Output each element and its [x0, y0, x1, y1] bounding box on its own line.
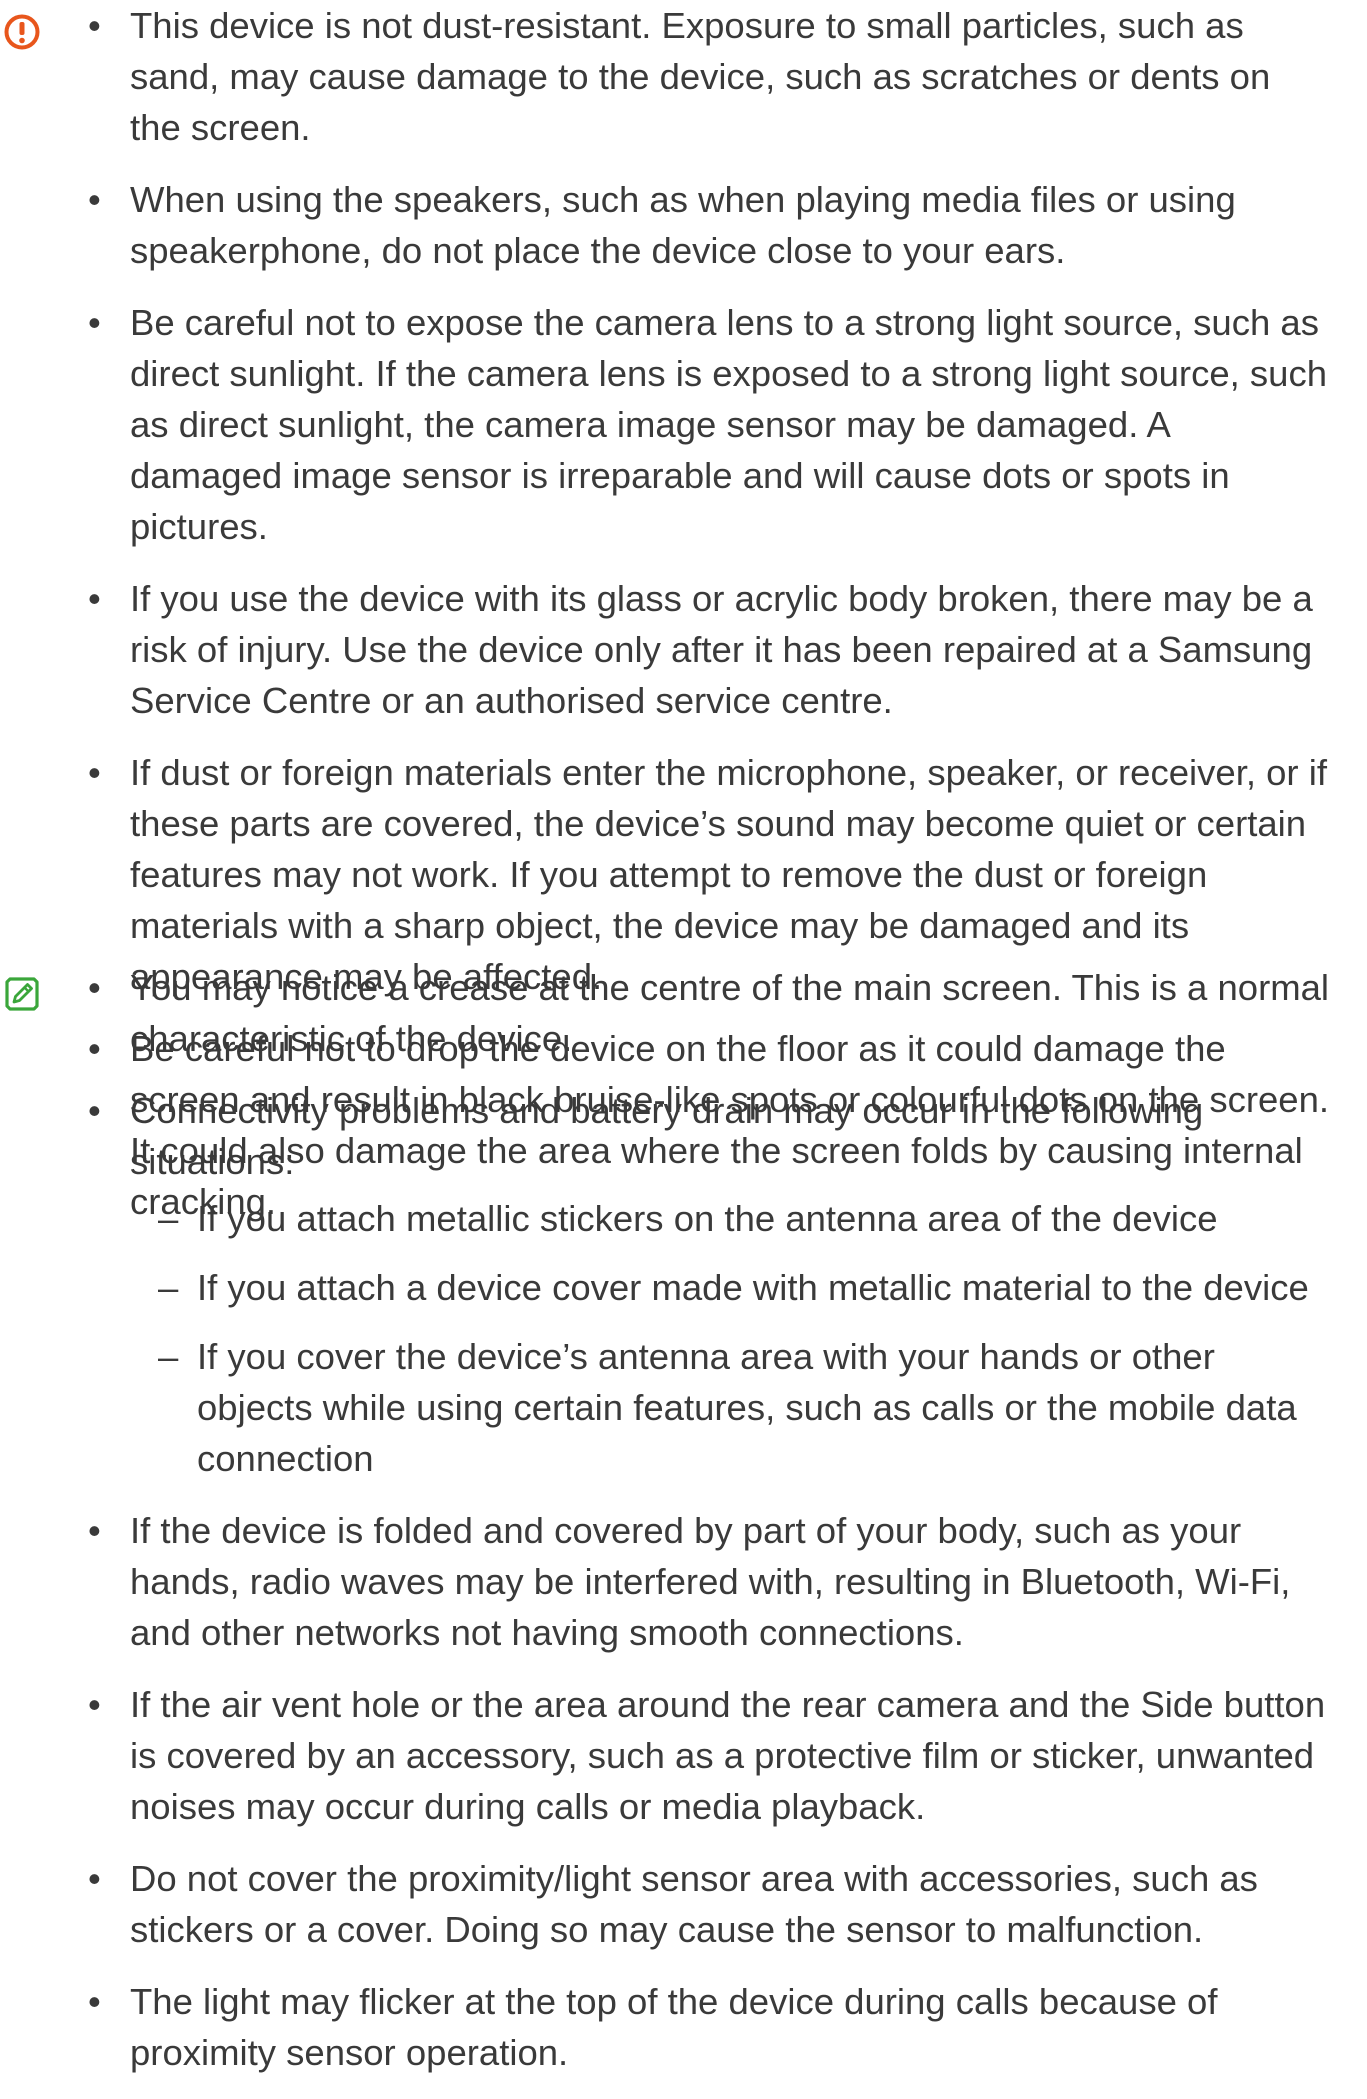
sub-list-item: If you attach a device cover made with m…: [130, 1262, 1330, 1313]
list-item: The light may flicker at the top of the …: [0, 1976, 1330, 2078]
list-item: If the air vent hole or the area around …: [0, 1679, 1330, 1832]
list-item-with-subitems: Connectivity problems and battery drain …: [0, 1085, 1330, 1484]
sub-list-item: If you attach metallic stickers on the a…: [130, 1193, 1330, 1244]
list-item: You may notice a crease at the centre of…: [0, 962, 1330, 1064]
note-section: You may notice a crease at the centre of…: [0, 962, 1367, 2099]
document-page: This device is not dust-resistant. Expos…: [0, 0, 1367, 2073]
list-item: When using the speakers, such as when pl…: [0, 174, 1330, 276]
list-item: Do not cover the proximity/light sensor …: [0, 1853, 1330, 1955]
list-item: This device is not dust-resistant. Expos…: [0, 0, 1330, 153]
sub-list: If you attach metallic stickers on the a…: [130, 1193, 1330, 1484]
note-list: You may notice a crease at the centre of…: [0, 962, 1367, 2078]
list-item: If you use the device with its glass or …: [0, 573, 1330, 726]
sub-list-item: If you cover the device’s antenna area w…: [130, 1331, 1330, 1484]
list-item-text: Connectivity problems and battery drain …: [130, 1090, 1204, 1182]
list-item: Be careful not to expose the camera lens…: [0, 297, 1330, 552]
list-item: If the device is folded and covered by p…: [0, 1505, 1330, 1658]
